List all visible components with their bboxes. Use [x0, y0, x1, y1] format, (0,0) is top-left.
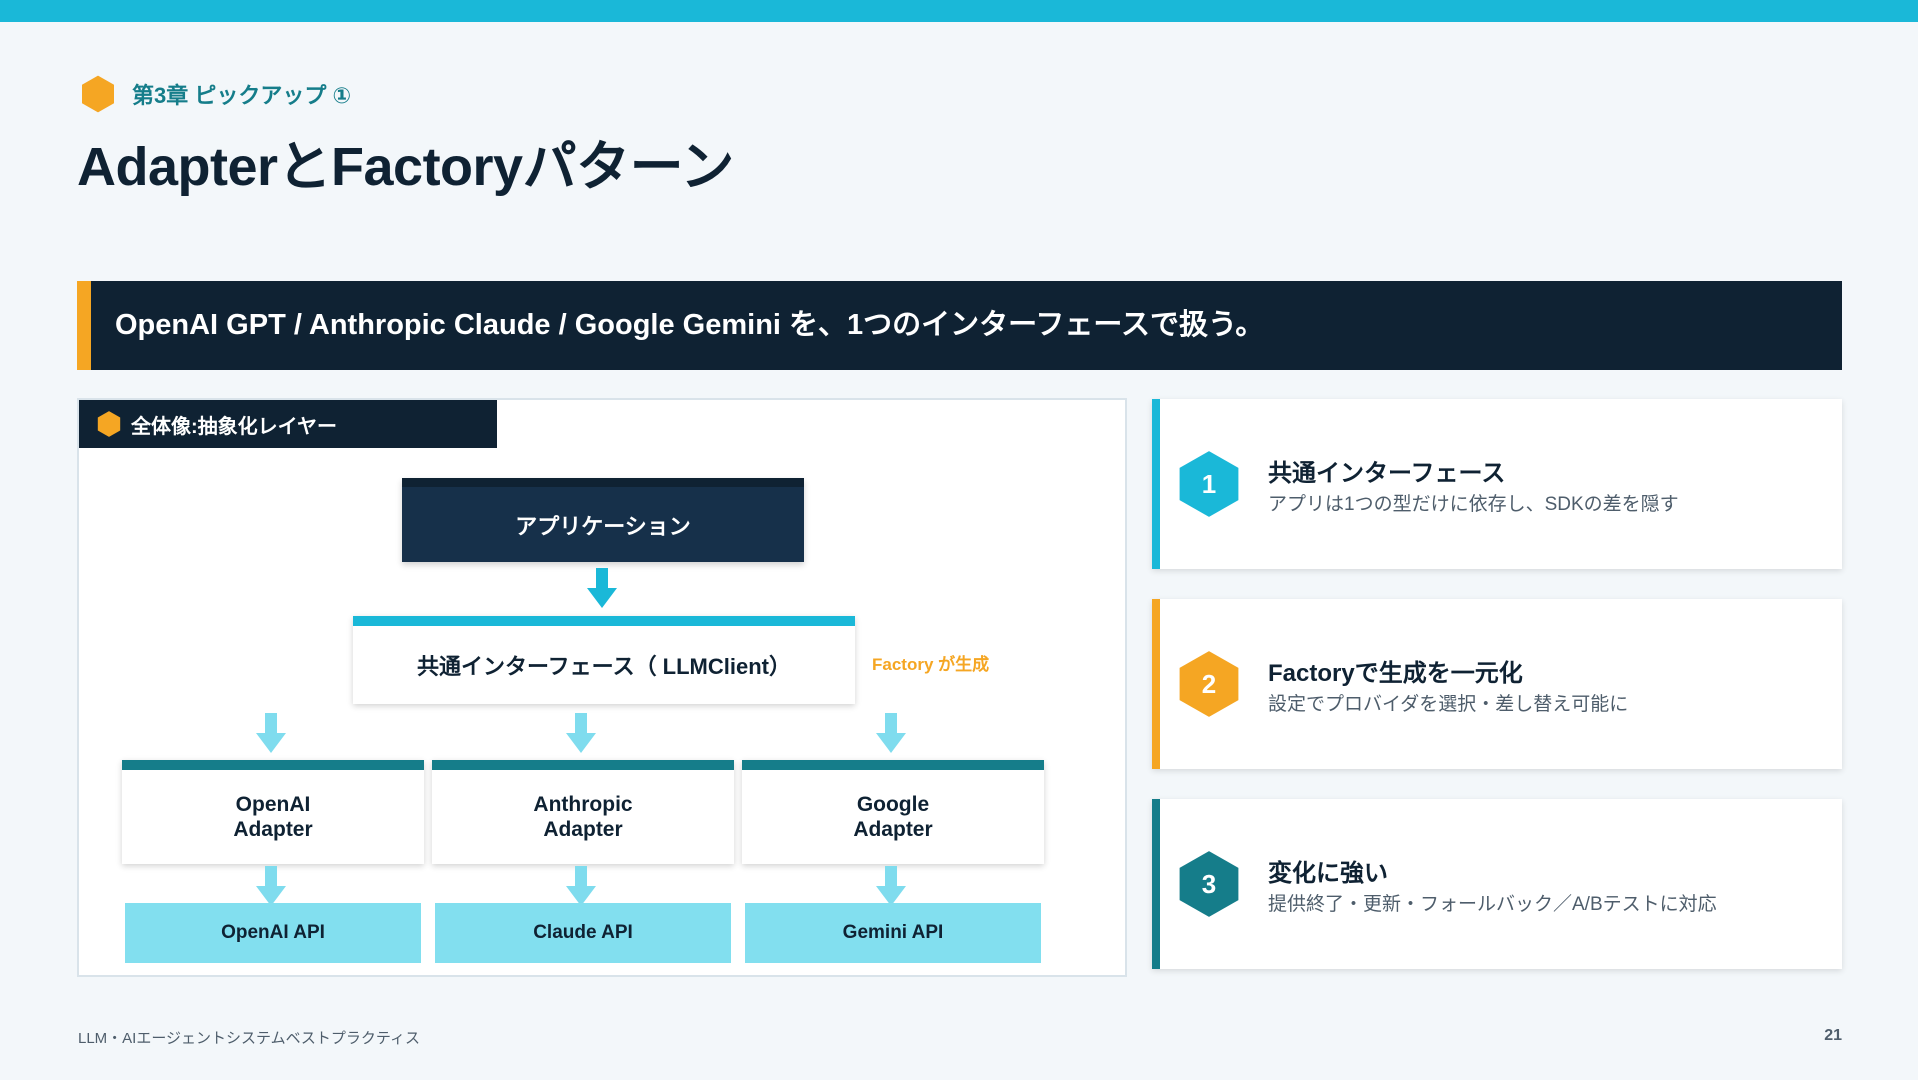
arrow-down-icon [876, 713, 906, 753]
card-accent [1152, 599, 1160, 769]
anthropic-adapter-node: Anthropic Adapter [432, 760, 734, 864]
arrow-down-icon [256, 713, 286, 753]
card-number: 1 [1201, 468, 1217, 499]
card-description: 設定でプロバイダを選択・差し替え可能に [1268, 694, 1629, 715]
footer-deck-title: LLM・AIエージェントシステムベストプラクティス [78, 1030, 421, 1047]
panel-label: 全体像:抽象化レイヤー [131, 415, 338, 438]
adapter-label: Google Adapter [853, 793, 933, 841]
banner-accent [77, 281, 91, 370]
card-title: Factoryで生成を一元化 [1268, 660, 1523, 687]
key-message-banner: OpenAI GPT / Anthropic Claude / Google G… [77, 281, 1842, 370]
card-accent [1152, 399, 1160, 569]
diagram-panel: 全体像:抽象化レイヤー アプリケーション 共通インターフェース（ LLMClie… [77, 398, 1127, 977]
arrow-down-icon [566, 866, 596, 906]
openai-api-node: OpenAI API [125, 903, 421, 963]
application-node: アプリケーション [402, 478, 804, 562]
card-number: 2 [1201, 668, 1217, 699]
page-number: 21 [1824, 1027, 1842, 1044]
arrow-down-icon [566, 713, 596, 753]
gemini-api-node: Gemini API [745, 903, 1041, 963]
card-number: 3 [1201, 868, 1217, 899]
google-adapter-node: Google Adapter [742, 760, 1044, 864]
feature-card: 3 変化に強い 提供終了・更新・フォールバック／A/Bテストに対応 [1152, 799, 1842, 969]
panel-tag: 全体像:抽象化レイヤー [79, 400, 497, 448]
card-description: アプリは1つの型だけに依存し、SDKの差を隠す [1268, 494, 1679, 515]
arrow-down-icon [256, 866, 286, 906]
card-accent [1152, 799, 1160, 969]
card-title: 変化に強い [1268, 860, 1388, 887]
adapter-label: OpenAI Adapter [233, 793, 313, 841]
chapter-label: 第3章 ピックアップ ① [132, 83, 352, 108]
factory-note: Factory が生成 [872, 655, 990, 674]
hexagon-icon [82, 75, 114, 113]
feature-card: 1 共通インターフェース アプリは1つの型だけに依存し、SDKの差を隠す [1152, 399, 1842, 569]
card-title: 共通インターフェース [1268, 460, 1506, 487]
arrow-down-icon [587, 568, 617, 608]
card-description: 提供終了・更新・フォールバック／A/Bテストに対応 [1268, 894, 1717, 915]
page-title: AdapterとFactoryパターン [77, 137, 734, 197]
adapter-label: Anthropic Adapter [533, 793, 633, 841]
openai-adapter-node: OpenAI Adapter [122, 760, 424, 864]
banner-text: OpenAI GPT / Anthropic Claude / Google G… [115, 309, 1265, 341]
chapter-eyebrow: 第3章 ピックアップ ① [78, 74, 351, 114]
feature-card: 2 Factoryで生成を一元化 設定でプロバイダを選択・差し替え可能に [1152, 599, 1842, 769]
claude-api-node: Claude API [435, 903, 731, 963]
hexagon-icon [97, 411, 121, 437]
common-interface-node: 共通インターフェース（ LLMClient） [353, 616, 855, 704]
top-accent-bar [0, 0, 1918, 22]
arrow-down-icon [876, 866, 906, 906]
